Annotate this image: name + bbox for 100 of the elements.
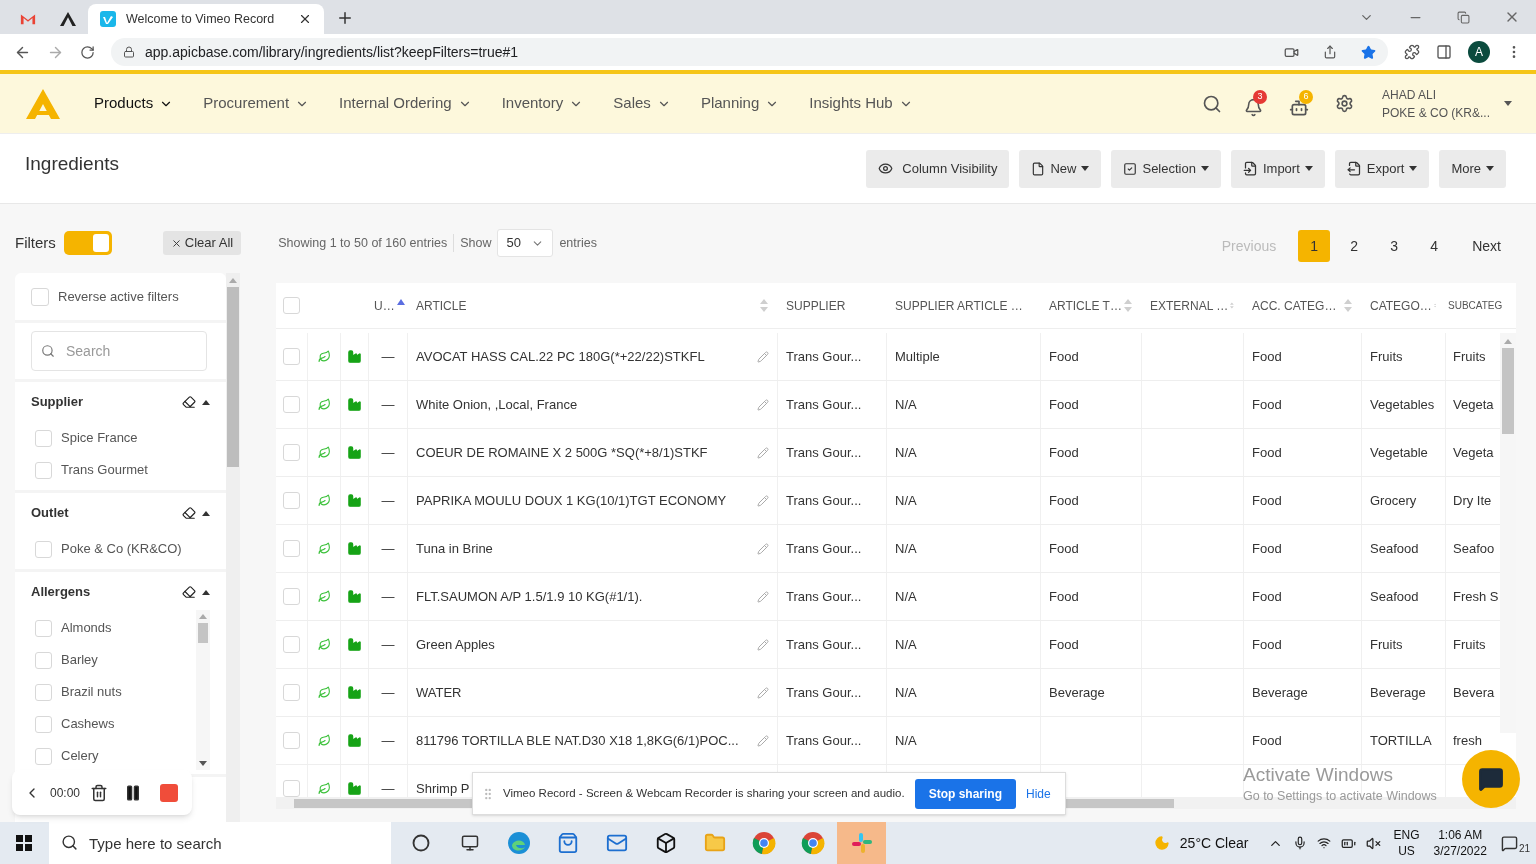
column-header[interactable]: SUPPLIER <box>786 296 877 315</box>
page-size-select[interactable]: 50 <box>497 229 554 257</box>
leaf-icon[interactable] <box>317 638 331 651</box>
sort-icon[interactable] <box>1124 299 1132 312</box>
table-row[interactable]: — PAPRIKA MOULU DOUX 1 KG(10/1)TGT ECONOMY Trans Gour... N/A Food Food Grocery Dry Ite <box>276 477 1500 525</box>
toolbar-button[interactable]: Export <box>1334 149 1430 188</box>
clear-all-button[interactable]: Clear All <box>162 231 242 255</box>
factory-icon[interactable] <box>347 541 362 556</box>
filters-toggle[interactable] <box>63 231 112 255</box>
article-link[interactable]: 811796 TORTILLA BLE NAT.D30 X18 1,8KG(6/1)POC... <box>416 730 739 751</box>
mute-icon[interactable] <box>1366 835 1382 851</box>
checkbox[interactable] <box>283 444 300 461</box>
factory-icon[interactable] <box>347 493 362 508</box>
factory-icon[interactable] <box>347 733 362 748</box>
extensions-icon[interactable] <box>1404 44 1420 60</box>
nav-menu[interactable]: Procurement <box>203 92 310 115</box>
logo-icon[interactable] <box>26 88 60 119</box>
nav-menu[interactable]: Internal Ordering <box>339 92 472 115</box>
table-row[interactable]: — AVOCAT HASS CAL.22 PC 180G(*+22/22)STKFL Trans Gour... Multiple Food Food Fruits Fruits <box>276 333 1500 381</box>
article-link[interactable]: White Onion, ,Local, France <box>416 394 578 415</box>
edit-icon[interactable] <box>757 446 769 459</box>
checkbox[interactable] <box>283 297 300 314</box>
browser-tab[interactable]: Welcome to Vimeo Record <box>88 4 324 34</box>
edit-icon[interactable] <box>757 590 769 603</box>
sort-ascending-icon[interactable] <box>396 298 405 305</box>
collapse-toggle[interactable] <box>202 589 210 595</box>
toolbar-button[interactable]: Import <box>1230 149 1325 188</box>
factory-icon[interactable] <box>347 781 362 796</box>
checkbox[interactable] <box>35 429 52 447</box>
search-icon[interactable] <box>1201 93 1222 114</box>
eraser-icon[interactable] <box>182 506 196 520</box>
factory-icon[interactable] <box>347 637 362 652</box>
settings-icon[interactable] <box>1334 94 1354 113</box>
nav-menu[interactable]: Insights Hub <box>809 92 913 115</box>
scrollbar-thumb[interactable] <box>1502 348 1514 434</box>
article-link[interactable]: COEUR DE ROMAINE X 2 500G *SQ(*+8/1)STKF <box>416 442 708 463</box>
side-panel-icon[interactable] <box>1436 44 1452 60</box>
checkbox[interactable] <box>35 461 52 479</box>
page-link[interactable]: 4 <box>1418 230 1451 262</box>
restore-icon[interactable] <box>1457 10 1470 24</box>
column-header[interactable]: SUPPLIER ARTICLE … <box>895 296 1031 315</box>
stop-sharing-button[interactable]: Stop sharing <box>914 778 1016 809</box>
edit-icon[interactable] <box>757 350 769 363</box>
checkbox[interactable] <box>283 588 300 605</box>
collapse-toggle[interactable] <box>202 399 210 405</box>
checkbox[interactable] <box>283 492 300 509</box>
article-link[interactable]: PAPRIKA MOULU DOUX 1 KG(10/1)TGT ECONOMY <box>416 490 727 511</box>
leaf-icon[interactable] <box>317 350 331 363</box>
nav-menu[interactable]: Planning <box>700 92 780 115</box>
language-indicator[interactable]: ENG US <box>1393 827 1420 859</box>
notification-center-icon[interactable] <box>1500 834 1518 852</box>
mic-icon[interactable] <box>1293 836 1308 850</box>
nav-menu[interactable]: Inventory <box>501 92 584 115</box>
edit-icon[interactable] <box>757 494 769 507</box>
search-field[interactable]: Search <box>31 331 207 371</box>
checkbox[interactable] <box>283 780 300 797</box>
article-link[interactable]: Green Apples <box>416 634 495 655</box>
article-link[interactable]: Shrimp P <box>416 778 470 797</box>
table-row[interactable]: — Tuna in Brine Trans Gour... N/A Food Food Seafood Seafoo <box>276 525 1500 573</box>
scrollbar-thumb[interactable] <box>198 623 208 643</box>
checkbox[interactable] <box>283 396 300 413</box>
article-link[interactable]: AVOCAT HASS CAL.22 PC 180G(*+22/22)STKFL <box>416 346 705 367</box>
checkbox[interactable] <box>35 715 52 733</box>
toolbar-button[interactable]: Column Visibility <box>866 149 1010 188</box>
page-link[interactable]: 3 <box>1378 230 1411 262</box>
page-link[interactable]: 2 <box>1338 230 1371 262</box>
wifi-icon[interactable] <box>1317 836 1332 850</box>
notifications-button[interactable]: 3 <box>1243 90 1271 117</box>
toolbar-button[interactable]: More <box>1439 149 1506 188</box>
checkbox[interactable] <box>283 732 300 749</box>
checkbox[interactable] <box>31 287 49 306</box>
address-field[interactable]: app.apicbase.com/library/ingredients/list?keepFilters=true#1 <box>111 38 1388 66</box>
checkbox[interactable] <box>35 651 52 669</box>
checkbox[interactable] <box>35 683 52 701</box>
checkbox[interactable] <box>35 540 52 558</box>
scrollbar[interactable] <box>1500 333 1516 733</box>
nav-menu[interactable]: Sales <box>613 92 671 115</box>
scrollbar[interactable] <box>196 610 210 770</box>
new-tab-icon[interactable] <box>336 9 354 27</box>
factory-icon[interactable] <box>347 589 362 604</box>
factory-icon[interactable] <box>347 397 362 412</box>
column-header[interactable]: SUBCATEG <box>1448 298 1503 313</box>
column-header[interactable]: ACC. CATEG… <box>1252 296 1342 315</box>
factory-icon[interactable] <box>347 685 362 700</box>
checkbox[interactable] <box>283 636 300 653</box>
checkbox[interactable] <box>283 348 300 365</box>
column-header[interactable]: U… <box>374 296 395 315</box>
article-link[interactable]: FLT.SAUMON A/P 1.5/1.9 10 KG(#1/1). <box>416 586 643 607</box>
eraser-icon[interactable] <box>182 585 196 599</box>
article-link[interactable]: Tuna in Brine <box>416 538 493 559</box>
column-header[interactable]: EXTERNAL … <box>1150 296 1229 315</box>
stop-recording-button[interactable] <box>160 783 179 802</box>
trash-icon[interactable] <box>90 783 109 802</box>
table-row[interactable]: — FLT.SAUMON A/P 1.5/1.9 10 KG(#1/1). Trans Gour... N/A Food Food Seafood Fresh S <box>276 573 1500 621</box>
table-row[interactable]: — White Onion, ,Local, France Trans Gour... N/A Food Food Vegetables Vegeta <box>276 381 1500 429</box>
page-link[interactable]: 1 <box>1298 230 1331 262</box>
edit-icon[interactable] <box>757 734 769 747</box>
eraser-icon[interactable] <box>182 395 196 409</box>
factory-icon[interactable] <box>347 445 362 460</box>
leaf-icon[interactable] <box>317 494 331 507</box>
